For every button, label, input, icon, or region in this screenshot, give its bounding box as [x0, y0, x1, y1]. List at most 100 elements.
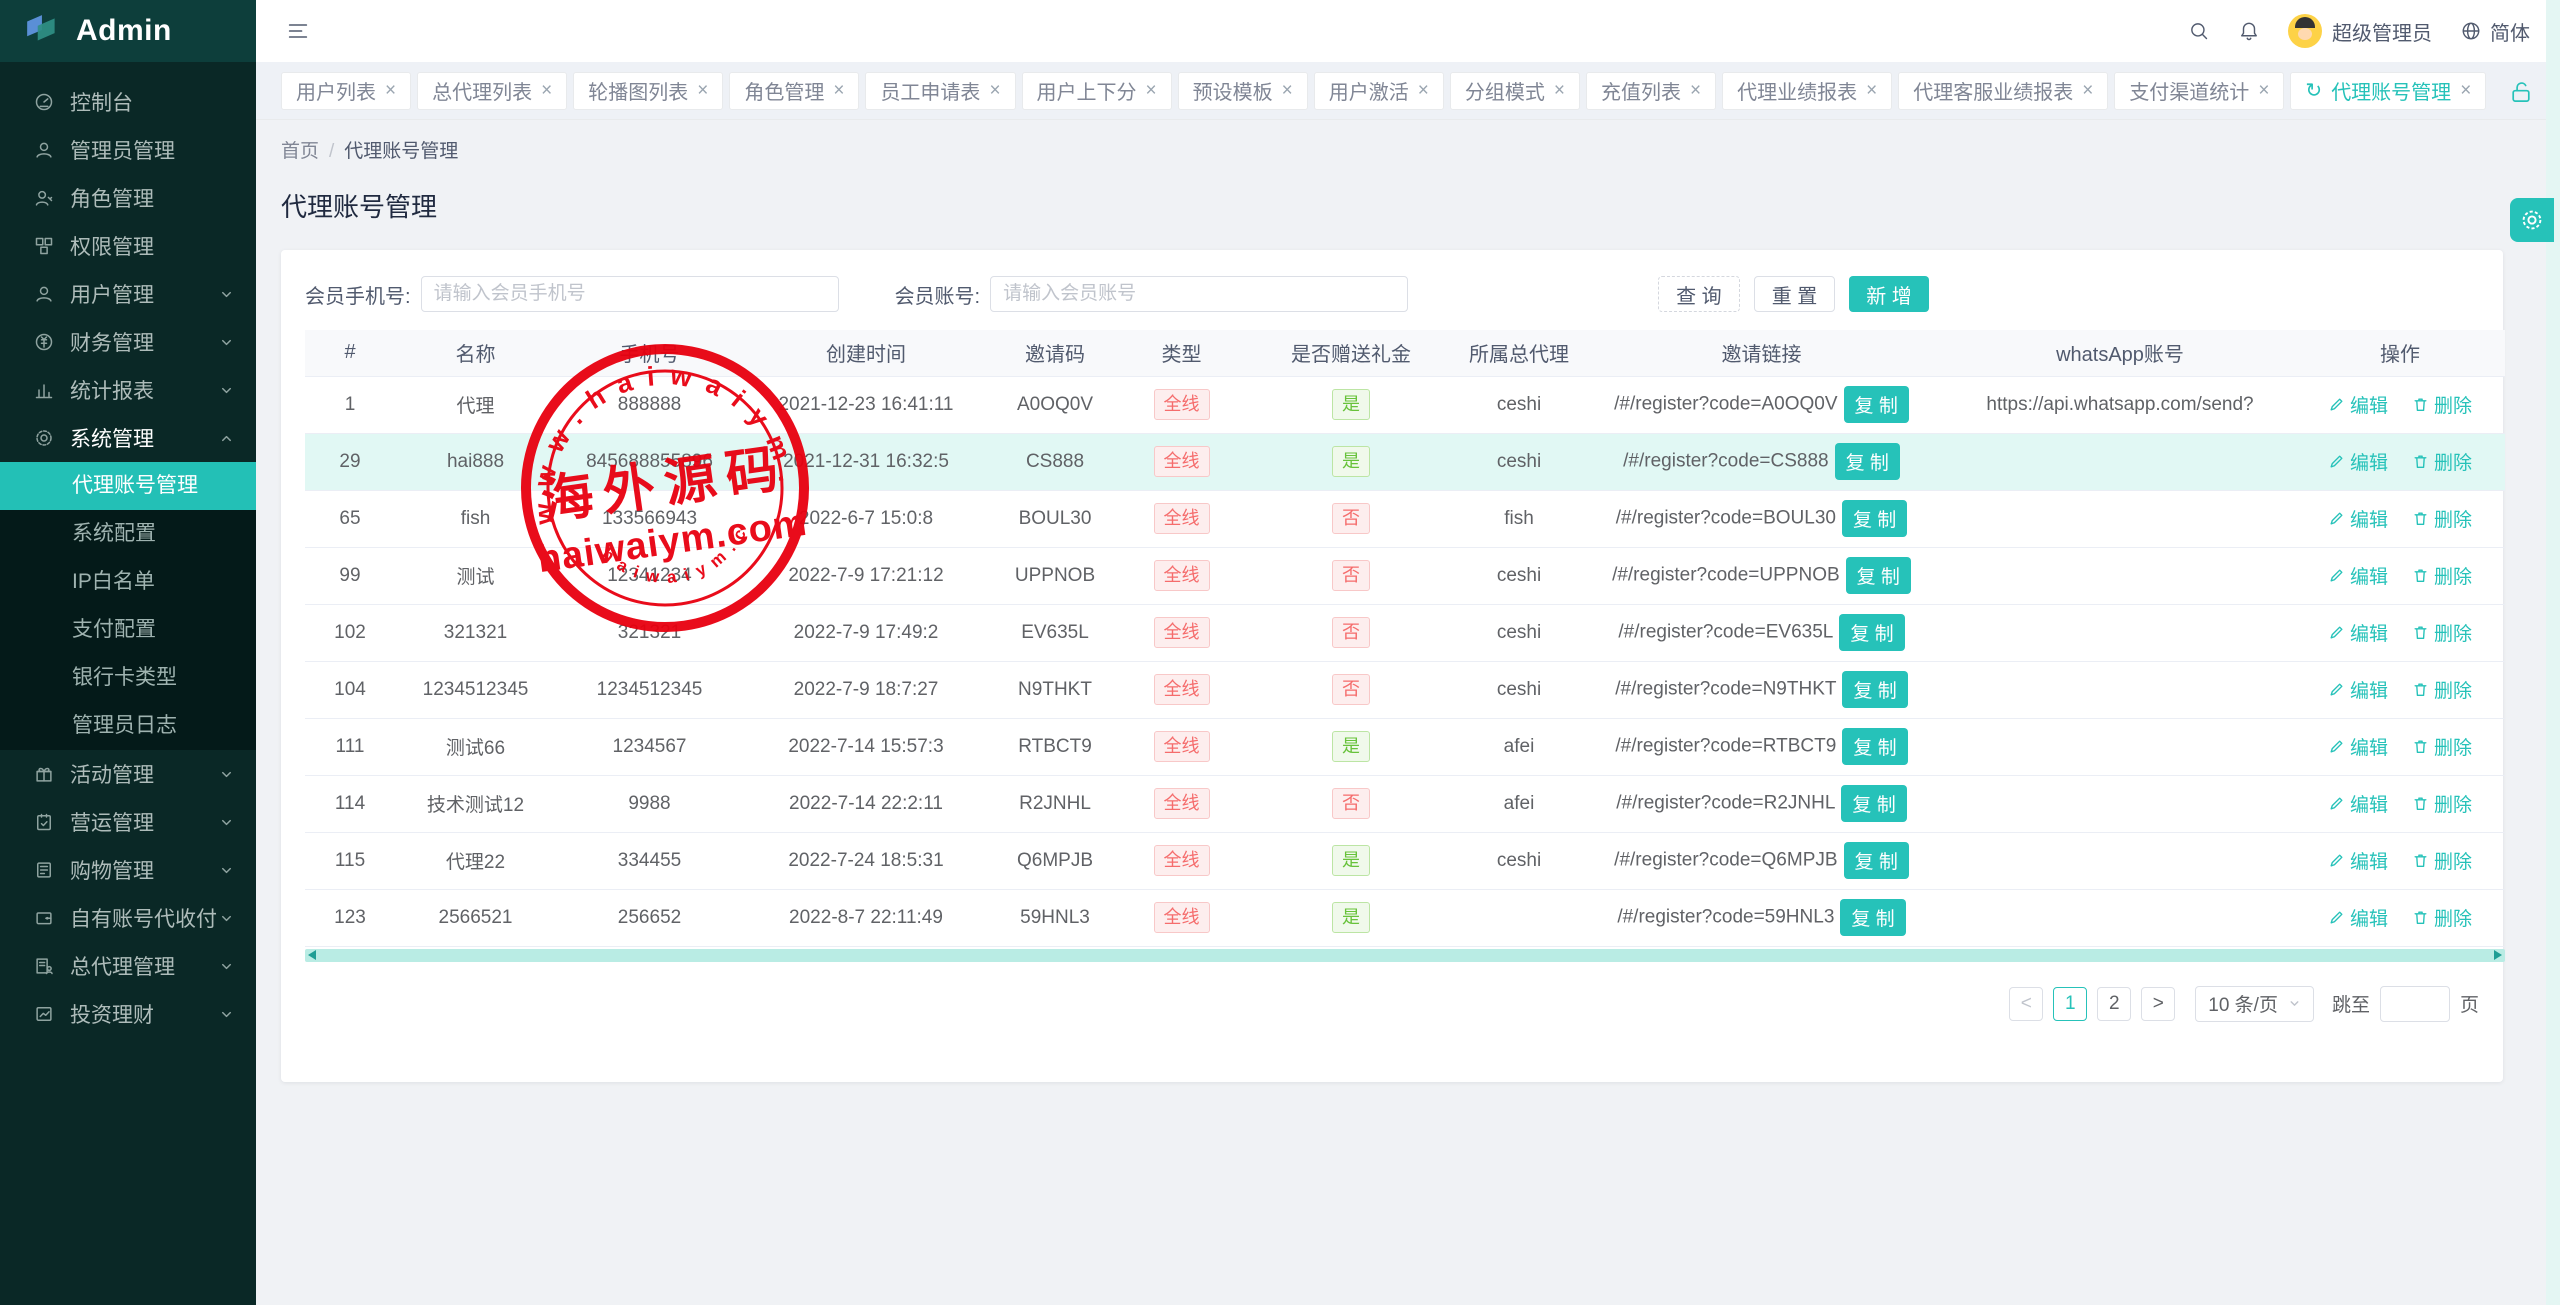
copy-button[interactable]: 复 制	[1842, 671, 1907, 708]
sidebar-item[interactable]: 投资理财	[0, 990, 256, 1038]
tab-close-icon[interactable]: ×	[989, 81, 1000, 100]
delete-button[interactable]: 删除	[2412, 790, 2472, 817]
copy-button[interactable]: 复 制	[1842, 728, 1907, 765]
add-button[interactable]: 新 增	[1849, 276, 1929, 312]
table-row[interactable]: 111 测试66 1234567 2022-7-14 15:57:3 RTBCT…	[305, 718, 2505, 775]
table-row[interactable]: 104 1234512345 1234512345 2022-7-9 18:7:…	[305, 661, 2505, 718]
edit-button[interactable]: 编辑	[2328, 505, 2388, 532]
delete-button[interactable]: 删除	[2412, 904, 2472, 931]
sidebar-subitem[interactable]: 银行卡类型	[0, 654, 256, 702]
tab-close-icon[interactable]: ×	[1866, 81, 1877, 100]
sidebar-item[interactable]: 权限管理	[0, 222, 256, 270]
copy-button[interactable]: 复 制	[1844, 386, 1909, 423]
unlock-icon[interactable]	[2508, 79, 2534, 105]
sidebar-subitem[interactable]: IP白名单	[0, 558, 256, 606]
edit-button[interactable]: 编辑	[2328, 733, 2388, 760]
sidebar-item[interactable]: 购物管理	[0, 846, 256, 894]
collapse-menu-icon[interactable]	[286, 19, 310, 43]
scroll-right-arrow-icon[interactable]	[2494, 950, 2502, 960]
delete-button[interactable]: 删除	[2412, 391, 2472, 418]
page-number-button[interactable]: 2	[2097, 987, 2131, 1021]
tab[interactable]: 代理客服业绩报表 ×	[1898, 72, 2108, 110]
horizontal-scrollbar[interactable]	[305, 949, 2505, 962]
tab-close-icon[interactable]: ×	[1418, 81, 1429, 100]
edit-button[interactable]: 编辑	[2328, 904, 2388, 931]
sidebar-subitem[interactable]: 管理员日志	[0, 702, 256, 750]
tab[interactable]: 分组模式 ×	[1450, 72, 1580, 110]
tab-close-icon[interactable]: ×	[541, 81, 552, 100]
table-row[interactable]: 102 321321 321321 2022-7-9 17:49:2 EV635…	[305, 604, 2505, 661]
tab[interactable]: 角色管理 ×	[729, 72, 859, 110]
tab[interactable]: 轮播图列表 ×	[573, 72, 723, 110]
tab-close-icon[interactable]: ×	[1282, 81, 1293, 100]
edit-button[interactable]: 编辑	[2328, 676, 2388, 703]
copy-button[interactable]: 复 制	[1839, 614, 1904, 651]
page-size-select[interactable]: 10 条/页	[2195, 986, 2314, 1022]
page-scrollbar-track[interactable]	[2546, 0, 2560, 1305]
edit-button[interactable]: 编辑	[2328, 847, 2388, 874]
table-row[interactable]: 123 2566521 256652 2022-8-7 22:11:49 59H…	[305, 889, 2505, 946]
copy-button[interactable]: 复 制	[1842, 500, 1907, 537]
tab-close-icon[interactable]: ×	[2082, 81, 2093, 100]
bell-icon[interactable]	[2238, 20, 2260, 42]
tab[interactable]: 用户列表 ×	[281, 72, 411, 110]
sidebar-item[interactable]: 用户管理	[0, 270, 256, 318]
refresh-icon[interactable]: ↻	[2305, 81, 2322, 101]
tab[interactable]: 支付渠道统计 ×	[2114, 72, 2284, 110]
quick-settings-button[interactable]	[2510, 198, 2554, 242]
edit-button[interactable]: 编辑	[2328, 391, 2388, 418]
tab[interactable]: 充值列表 ×	[1586, 72, 1716, 110]
user-menu[interactable]: 超级管理员	[2288, 14, 2432, 48]
tab-close-icon[interactable]: ×	[2258, 81, 2269, 100]
sidebar-item[interactable]: 营运管理	[0, 798, 256, 846]
sidebar-subitem[interactable]: 代理账号管理	[0, 462, 256, 510]
copy-button[interactable]: 复 制	[1841, 785, 1906, 822]
sidebar-item[interactable]: 财务管理	[0, 318, 256, 366]
edit-button[interactable]: 编辑	[2328, 562, 2388, 589]
tab-close-icon[interactable]: ×	[1146, 81, 1157, 100]
sidebar-item[interactable]: 控制台	[0, 78, 256, 126]
tab[interactable]: 总代理列表 ×	[417, 72, 567, 110]
delete-button[interactable]: 删除	[2412, 676, 2472, 703]
copy-button[interactable]: 复 制	[1846, 557, 1911, 594]
copy-button[interactable]: 复 制	[1835, 443, 1900, 480]
reset-button[interactable]: 重 置	[1754, 276, 1836, 312]
next-page-button[interactable]: >	[2141, 987, 2175, 1021]
search-button[interactable]: 查 询	[1658, 276, 1740, 312]
edit-button[interactable]: 编辑	[2328, 619, 2388, 646]
sidebar-item[interactable]: 统计报表	[0, 366, 256, 414]
delete-button[interactable]: 删除	[2412, 619, 2472, 646]
table-row[interactable]: 115 代理22 334455 2022-7-24 18:5:31 Q6MPJB…	[305, 832, 2505, 889]
app-logo[interactable]: Admin	[0, 0, 256, 62]
search-icon[interactable]	[2188, 20, 2210, 42]
sidebar-item[interactable]: 管理员管理	[0, 126, 256, 174]
phone-input[interactable]	[421, 276, 839, 312]
copy-button[interactable]: 复 制	[1840, 899, 1905, 936]
tab-close-icon[interactable]: ×	[833, 81, 844, 100]
sidebar-item[interactable]: 总代理管理	[0, 942, 256, 990]
tab[interactable]: 用户激活 ×	[1314, 72, 1444, 110]
breadcrumb-home[interactable]: 首页	[281, 141, 319, 162]
table-row[interactable]: 1 代理 888888 2021-12-23 16:41:11 A0OQ0V 全…	[305, 376, 2505, 433]
jump-to-input[interactable]	[2380, 986, 2450, 1022]
sidebar-subitem[interactable]: 支付配置	[0, 606, 256, 654]
tab[interactable]: ↻ 代理账号管理 ×	[2290, 72, 2486, 110]
edit-button[interactable]: 编辑	[2328, 790, 2388, 817]
account-input[interactable]	[990, 276, 1408, 312]
page-number-button[interactable]: 1	[2053, 987, 2087, 1021]
language-switcher[interactable]: 简体	[2460, 17, 2530, 46]
table-row[interactable]: 99 测试 12341234 2022-7-9 17:21:12 UPPNOB …	[305, 547, 2505, 604]
sidebar-item[interactable]: 自有账号代收付	[0, 894, 256, 942]
copy-button[interactable]: 复 制	[1844, 842, 1909, 879]
table-row[interactable]: 65 fish 133566943 2022-6-7 15:0:8 BOUL30…	[305, 490, 2505, 547]
tab[interactable]: 预设模板 ×	[1178, 72, 1308, 110]
tab-close-icon[interactable]: ×	[385, 81, 396, 100]
prev-page-button[interactable]: <	[2009, 987, 2043, 1021]
delete-button[interactable]: 删除	[2412, 448, 2472, 475]
tab-close-icon[interactable]: ×	[697, 81, 708, 100]
sidebar-item[interactable]: 系统管理	[0, 414, 256, 462]
scroll-left-arrow-icon[interactable]	[308, 950, 316, 960]
tab-close-icon[interactable]: ×	[2460, 81, 2471, 100]
table-row[interactable]: 29 hai888 845688855896 2021-12-31 16:32:…	[305, 433, 2505, 490]
delete-button[interactable]: 删除	[2412, 733, 2472, 760]
